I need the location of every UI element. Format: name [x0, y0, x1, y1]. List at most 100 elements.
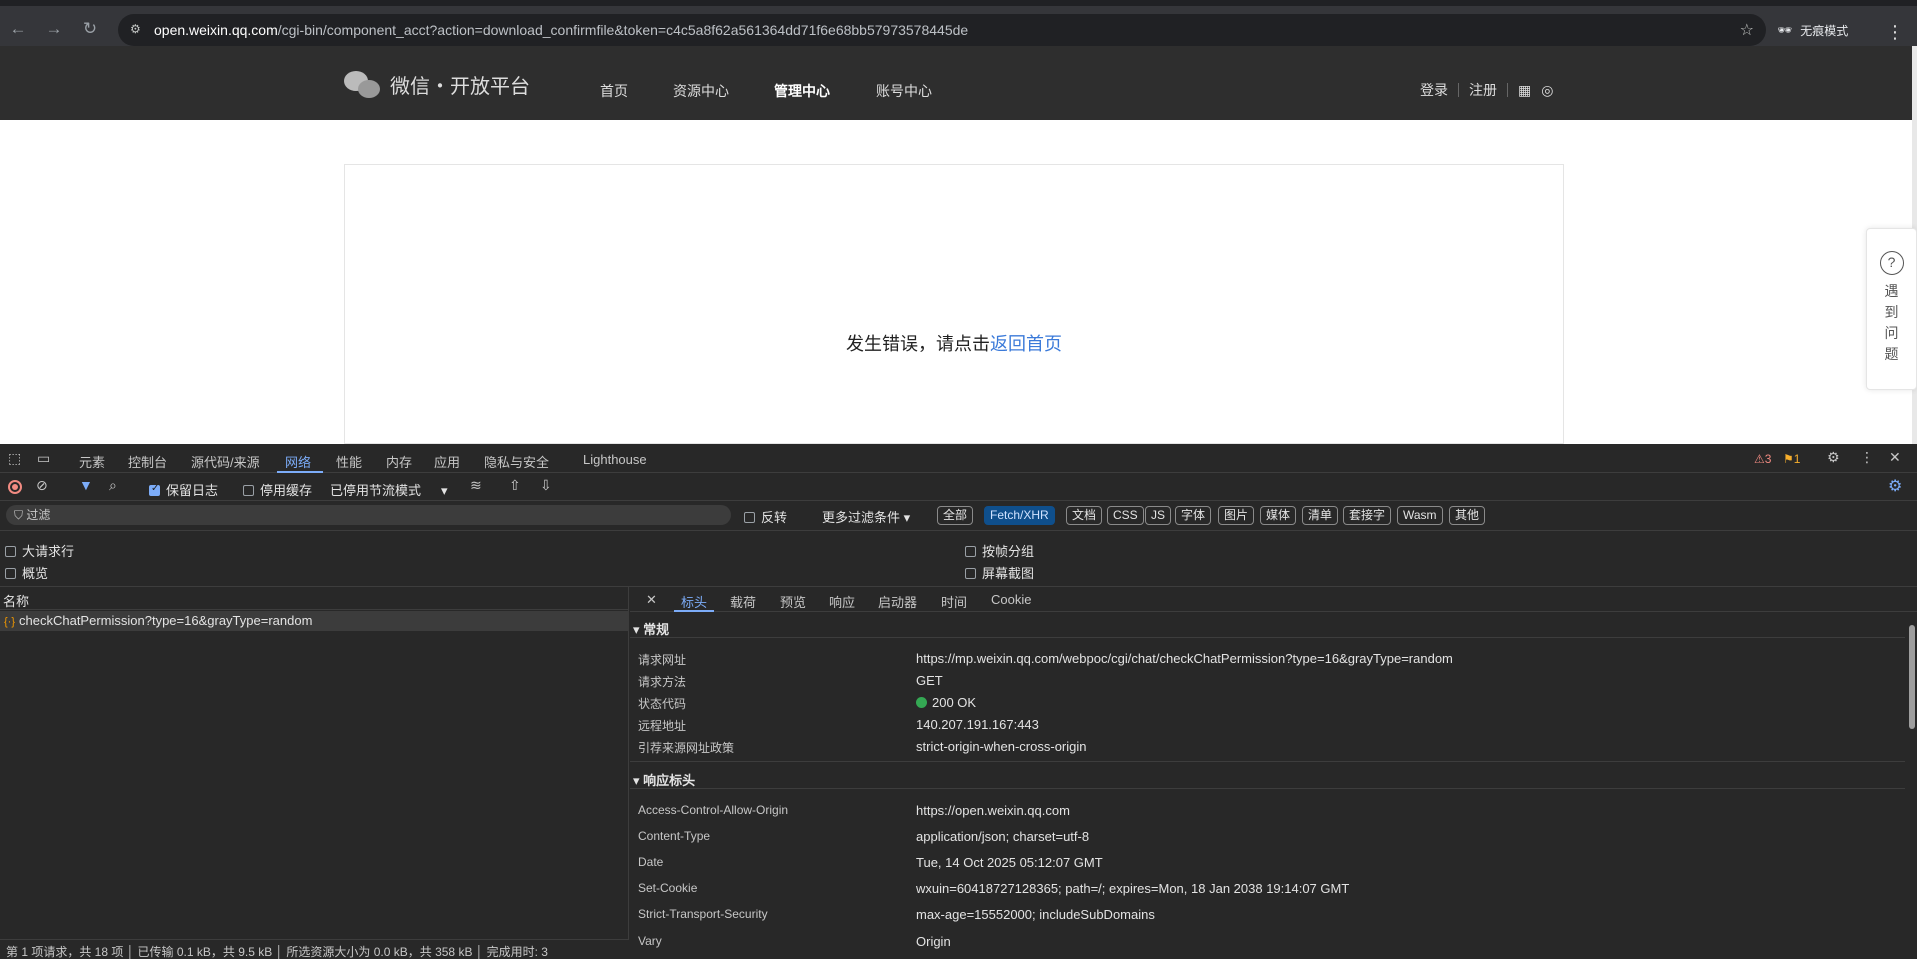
- chip-fetch-xhr[interactable]: Fetch/XHR: [984, 506, 1055, 525]
- reload-icon[interactable]: ↻: [80, 19, 100, 39]
- globe-icon[interactable]: ◎: [1541, 82, 1553, 99]
- address-bar[interactable]: ⚙ open.weixin.qq.com/cgi-bin/component_a…: [118, 14, 1766, 46]
- checkbox-unchecked[interactable]: [5, 568, 16, 579]
- issue-flag-icon: ⚑: [1783, 452, 1794, 466]
- error-message: 发生错误，请点击返回首页: [846, 334, 1062, 354]
- preserve-log-checkbox[interactable]: 保留日志: [149, 480, 218, 499]
- scrollbar-thumb[interactable]: [1909, 625, 1915, 729]
- issues-badge[interactable]: ⚑1: [1783, 452, 1800, 466]
- chip-js[interactable]: JS: [1145, 506, 1172, 525]
- tab-cookies[interactable]: Cookie: [991, 592, 1031, 607]
- return-home-link[interactable]: 返回首页: [990, 334, 1062, 354]
- site-info-icon[interactable]: ⚙: [130, 22, 146, 38]
- back-icon[interactable]: ←: [8, 19, 28, 39]
- chip-font[interactable]: 字体: [1175, 506, 1212, 525]
- network-settings-icon[interactable]: ⚙: [1888, 476, 1902, 496]
- content-card: [344, 164, 1564, 444]
- clear-icon[interactable]: ⊘: [36, 477, 48, 494]
- chip-doc[interactable]: 文档: [1066, 506, 1103, 525]
- divider: [1507, 83, 1508, 97]
- chip-socket[interactable]: 套接字: [1343, 506, 1392, 525]
- tab-memory[interactable]: 内存: [386, 452, 412, 471]
- chip-wasm[interactable]: Wasm: [1397, 506, 1443, 525]
- chip-media[interactable]: 媒体: [1260, 506, 1297, 525]
- details-scrollbar[interactable]: [1907, 613, 1917, 959]
- qrcode-icon[interactable]: ▦: [1518, 82, 1531, 99]
- chip-all[interactable]: 全部: [937, 506, 974, 525]
- device-toolbar-icon[interactable]: ▭: [37, 450, 50, 467]
- big-rows-checkbox[interactable]: 大请求行: [5, 541, 74, 560]
- disable-cache-checkbox[interactable]: 停用缓存: [243, 480, 312, 499]
- close-details-icon[interactable]: ✕: [646, 592, 657, 608]
- help-float-button[interactable]: ? 遇到问题: [1866, 228, 1917, 390]
- overview-checkbox[interactable]: 概览: [5, 563, 48, 582]
- status-code-value: 200 OK: [916, 695, 976, 710]
- chip-css[interactable]: CSS: [1107, 506, 1144, 525]
- record-stop-icon[interactable]: [8, 480, 22, 494]
- inspect-element-icon[interactable]: ⬚: [8, 450, 21, 467]
- nav-resources[interactable]: 资源中心: [673, 81, 729, 101]
- more-filters-dropdown[interactable]: 更多过滤条件 ▾: [822, 507, 910, 526]
- tab-performance[interactable]: 性能: [336, 452, 362, 471]
- tab-console[interactable]: 控制台: [128, 452, 167, 471]
- checkbox-checked[interactable]: [149, 483, 160, 496]
- tab-headers[interactable]: 标头: [681, 592, 707, 611]
- tab-network[interactable]: 网络: [285, 452, 311, 471]
- login-link[interactable]: 登录: [1420, 80, 1448, 100]
- request-row[interactable]: {·} checkChatPermission?type=16&grayType=…: [0, 611, 629, 631]
- throttle-select[interactable]: 已停用节流模式 ▾: [330, 480, 448, 499]
- divider: [1458, 83, 1459, 97]
- network-conditions-icon[interactable]: ≋: [470, 477, 482, 494]
- checkbox-unchecked[interactable]: [5, 546, 16, 557]
- tab-payload[interactable]: 载荷: [730, 592, 756, 611]
- tab-lighthouse[interactable]: Lighthouse: [583, 452, 647, 467]
- devtools-menu-icon[interactable]: ⋮: [1860, 449, 1874, 466]
- warnings-badge[interactable]: ⚠3: [1754, 452, 1771, 466]
- screenshots-checkbox[interactable]: 屏幕截图: [965, 563, 1034, 582]
- network-status-bar: 第 1 项请求，共 18 项 │ 已传输 0.1 kB，共 9.5 kB │ 所…: [0, 939, 629, 959]
- checkbox-unchecked[interactable]: [243, 485, 254, 496]
- site-logo[interactable]: 微信・开放平台: [344, 70, 530, 99]
- tab-elements[interactable]: 元素: [79, 452, 105, 471]
- response-headers-section-toggle[interactable]: ▾ 响应标头: [633, 770, 695, 789]
- nav-home[interactable]: 首页: [600, 81, 628, 101]
- url-text[interactable]: open.weixin.qq.com/cgi-bin/component_acc…: [154, 22, 968, 38]
- checkbox-unchecked[interactable]: [744, 512, 755, 523]
- bookmark-star-icon[interactable]: ☆: [1740, 20, 1754, 40]
- divider: [630, 788, 1905, 789]
- search-icon[interactable]: ⌕: [109, 477, 117, 494]
- export-har-icon[interactable]: ⇩: [540, 477, 552, 494]
- nav-account[interactable]: 账号中心: [876, 81, 932, 101]
- name-column-header[interactable]: 名称: [0, 587, 629, 610]
- request-details: ✕ 标头 载荷 预览 响应 启动器 时间 Cookie ▾ 常规 请求网址 ht…: [630, 587, 1917, 959]
- tab-initiator[interactable]: 启动器: [878, 592, 917, 611]
- incognito-indicator[interactable]: 🕶 无痕模式: [1777, 18, 1848, 42]
- tab-preview[interactable]: 预览: [780, 592, 806, 611]
- chip-other[interactable]: 其他: [1449, 506, 1486, 525]
- general-section-toggle[interactable]: ▾ 常规: [633, 619, 669, 638]
- filter-icon[interactable]: ▼: [79, 477, 93, 493]
- request-list: 名称 {·} checkChatPermission?type=16&grayTy…: [0, 587, 629, 959]
- checkbox-unchecked[interactable]: [965, 546, 976, 557]
- tab-response[interactable]: 响应: [829, 592, 855, 611]
- group-by-frame-checkbox[interactable]: 按帧分组: [965, 541, 1034, 560]
- tab-sources[interactable]: 源代码/来源: [191, 452, 260, 471]
- register-link[interactable]: 注册: [1469, 80, 1497, 100]
- header-value: application/json; charset=utf-8: [916, 829, 1090, 844]
- tab-application[interactable]: 应用: [434, 452, 460, 471]
- wechat-logo-icon: [344, 70, 380, 99]
- browser-menu-icon[interactable]: ⋮: [1886, 22, 1904, 43]
- tab-privacy-security[interactable]: 隐私与安全: [484, 452, 549, 471]
- forward-icon[interactable]: →: [44, 19, 64, 39]
- nav-management[interactable]: 管理中心: [774, 81, 830, 101]
- invert-checkbox[interactable]: 反转: [744, 507, 787, 526]
- filter-input[interactable]: ⛉ 过滤: [6, 505, 731, 525]
- chip-manifest[interactable]: 清单: [1302, 506, 1339, 525]
- referrer-policy-value: strict-origin-when-cross-origin: [916, 739, 1087, 754]
- settings-gear-icon[interactable]: ⚙: [1827, 449, 1840, 466]
- close-devtools-icon[interactable]: ✕: [1889, 449, 1901, 466]
- chip-img[interactable]: 图片: [1218, 506, 1255, 525]
- checkbox-unchecked[interactable]: [965, 568, 976, 579]
- tab-timing[interactable]: 时间: [941, 592, 967, 611]
- import-har-icon[interactable]: ⇧: [509, 477, 521, 494]
